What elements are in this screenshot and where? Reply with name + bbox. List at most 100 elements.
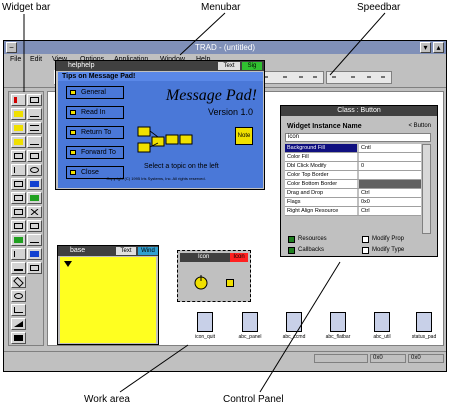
help-app-title: Message Pad!: [165, 87, 257, 104]
widget-divider[interactable]: [11, 234, 26, 246]
widget-color[interactable]: [27, 178, 42, 190]
modify-prop-toggle[interactable]: Modify Prop: [361, 235, 404, 244]
modify-prop-check-icon: [362, 236, 369, 243]
widget-dot[interactable]: [11, 290, 26, 302]
control-panel-titlebar[interactable]: Class : Button: [281, 106, 437, 116]
app-titlebar[interactable]: − TRAD - (untitled) ▾ ▴: [4, 41, 446, 54]
widget-graphic[interactable]: [11, 206, 26, 218]
widget-pointer[interactable]: [11, 94, 26, 106]
widget-print[interactable]: [27, 262, 42, 274]
widget-diamond[interactable]: [11, 276, 26, 288]
file-icon: [416, 312, 432, 332]
size-field[interactable]: [326, 71, 392, 84]
file-icon: [286, 312, 302, 332]
widget-placeholder-icon[interactable]: [226, 279, 234, 287]
instance-name-value: < Button: [408, 123, 431, 129]
control-panel[interactable]: Class : Button Widget Instance Name < Bu…: [280, 105, 438, 257]
callbacks-toggle[interactable]: Callbacks: [287, 246, 324, 255]
property-row[interactable]: Dbl Click Modify 0: [285, 162, 421, 171]
help-tab-text[interactable]: Text: [218, 62, 240, 70]
widget-terminal[interactable]: [11, 220, 26, 232]
help-readin-button[interactable]: Read In: [66, 106, 124, 119]
widget-bar: [8, 91, 44, 346]
help-returnto-button[interactable]: Return To: [66, 126, 124, 139]
help-window-titlebar[interactable]: helphelp Text Sig: [56, 61, 264, 71]
base-window[interactable]: base Text Wind: [57, 245, 159, 345]
base-tab-text[interactable]: Text: [116, 247, 136, 255]
base-window-title: base: [70, 247, 86, 254]
widget-raw[interactable]: [27, 248, 42, 260]
close-bullet-icon: [70, 170, 76, 175]
widget-group[interactable]: [11, 178, 26, 190]
widget-multitext[interactable]: [27, 220, 42, 232]
widget-separator[interactable]: [27, 234, 42, 246]
callout-widget-bar: Widget bar: [2, 2, 51, 13]
help-forwardto-button[interactable]: Forward To: [66, 146, 124, 159]
desktop-icon[interactable]: abc_panel: [230, 312, 270, 348]
widget-scrollbar[interactable]: [27, 122, 42, 134]
widget-label[interactable]: [27, 94, 42, 106]
widget-pane[interactable]: [11, 192, 26, 204]
menu-file[interactable]: File: [10, 56, 21, 63]
help-window[interactable]: helphelp Text Sig Tips on Message Pad! G…: [55, 60, 265, 190]
help-content: Message Pad! Version 1.0 Note Select a t…: [134, 85, 259, 185]
widget-text[interactable]: [27, 108, 42, 120]
widget-menubar[interactable]: [11, 262, 26, 274]
desktop-icon[interactable]: abc_flatbar: [318, 312, 358, 348]
widget-slider[interactable]: [27, 136, 42, 148]
property-scrollbar[interactable]: [422, 144, 431, 234]
widget-dial[interactable]: [27, 164, 42, 176]
widget-triangle[interactable]: [11, 318, 26, 330]
property-row[interactable]: Drag and Drop Ctrl: [285, 189, 421, 198]
widget-combo[interactable]: [27, 150, 42, 162]
help-tab-sig[interactable]: Sig: [242, 62, 262, 70]
icon-window-titlebar[interactable]: Icon Icon: [180, 253, 248, 262]
control-panel-title: Class : Button: [337, 107, 381, 114]
base-window-titlebar[interactable]: base Text Wind: [58, 246, 158, 256]
widget-tree[interactable]: [11, 248, 26, 260]
property-row[interactable]: Right Align Resource Ctrl: [285, 207, 421, 216]
widget-close[interactable]: [27, 206, 42, 218]
property-row[interactable]: Color Top Border: [285, 171, 421, 180]
modify-type-toggle[interactable]: Modify Type: [361, 246, 404, 255]
property-row[interactable]: Background Fill Cntl: [285, 144, 421, 153]
desktop-icon[interactable]: abc_util: [362, 312, 402, 348]
help-version: Version 1.0: [207, 107, 253, 117]
widget-arc[interactable]: [11, 304, 26, 316]
icon-window[interactable]: Icon Icon: [177, 250, 251, 302]
app-title: TRAD - (untitled): [194, 43, 255, 52]
help-body: Tips on Message Pad! General Read In Ret…: [58, 72, 263, 188]
status-field-3: 0x0: [408, 354, 444, 363]
widget-button[interactable]: [11, 108, 26, 120]
position-field[interactable]: [258, 71, 324, 84]
property-row[interactable]: Color Bottom Border: [285, 180, 421, 189]
widget-toggle[interactable]: [11, 122, 26, 134]
callout-menubar: Menubar: [201, 2, 241, 13]
desktop-icon[interactable]: abc_ccmd: [274, 312, 314, 348]
note-icon[interactable]: Note: [235, 127, 253, 145]
desktop-icon[interactable]: status_pad: [404, 312, 444, 348]
system-menu-button[interactable]: −: [6, 42, 17, 53]
widget-image[interactable]: [11, 332, 26, 344]
widget-list[interactable]: [11, 150, 26, 162]
returnto-bullet-icon: [70, 130, 76, 135]
file-icon: [242, 312, 258, 332]
instance-name-input[interactable]: icon: [285, 133, 431, 142]
property-row[interactable]: Flags 0x0: [285, 198, 421, 207]
widget-numeric[interactable]: [11, 164, 26, 176]
help-general-button[interactable]: General: [66, 86, 124, 99]
property-row[interactable]: Color Fill: [285, 153, 421, 162]
base-tab-wind[interactable]: Wind: [138, 247, 158, 255]
desktop-icon[interactable]: icon_quit: [185, 312, 225, 348]
resources-toggle[interactable]: Resources: [287, 235, 327, 244]
menu-edit[interactable]: Edit: [30, 56, 42, 63]
maximize-button[interactable]: ▴: [433, 42, 444, 53]
callout-speedbar: Speedbar: [357, 2, 401, 13]
minimize-button[interactable]: ▾: [420, 42, 431, 53]
widget-meter[interactable]: [27, 192, 42, 204]
readin-bullet-icon: [70, 110, 76, 115]
modify-type-check-icon: [362, 247, 369, 254]
help-window-title: helphelp: [68, 62, 95, 69]
base-window-body[interactable]: [60, 257, 156, 343]
widget-oneofmany[interactable]: [11, 136, 26, 148]
